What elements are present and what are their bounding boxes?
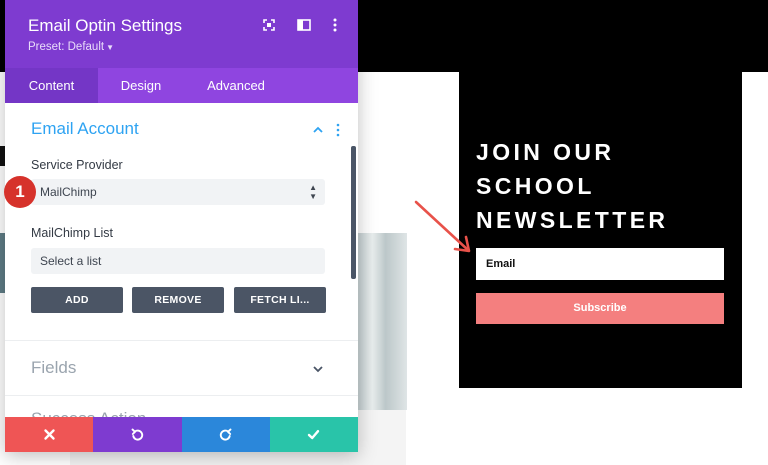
tab-content[interactable]: Content bbox=[5, 68, 98, 103]
step-number-badge: 1 bbox=[4, 176, 36, 208]
preset-dropdown[interactable]: Preset: Default ▼ bbox=[28, 41, 114, 53]
tab-design[interactable]: Design bbox=[98, 68, 184, 103]
split-view-icon[interactable] bbox=[296, 17, 312, 33]
save-button[interactable] bbox=[269, 417, 358, 452]
chevron-down-icon[interactable] bbox=[312, 363, 324, 375]
add-button[interactable]: ADD bbox=[31, 287, 123, 313]
section-title-email-account[interactable]: Email Account bbox=[31, 119, 139, 139]
newsletter-module: JOIN OUR SCHOOL NEWSLETTER Email Subscri… bbox=[459, 72, 742, 388]
service-provider-value: MailChimp bbox=[40, 185, 97, 199]
tab-advanced[interactable]: Advanced bbox=[184, 68, 288, 103]
cancel-button[interactable] bbox=[5, 417, 94, 452]
section-title-fields[interactable]: Fields bbox=[31, 358, 76, 378]
mailchimp-list-label: MailChimp List bbox=[31, 226, 113, 240]
mailchimp-list-select[interactable]: Select a list bbox=[31, 248, 325, 274]
panel-title: Email Optin Settings bbox=[28, 16, 183, 35]
remove-button[interactable]: REMOVE bbox=[132, 287, 224, 313]
service-provider-label: Service Provider bbox=[31, 158, 123, 172]
close-icon bbox=[43, 429, 55, 440]
panel-header: Email Optin Settings Preset: Default ▼ bbox=[5, 0, 358, 68]
chevron-up-icon[interactable] bbox=[312, 124, 324, 136]
newsletter-subscribe-button[interactable]: Subscribe bbox=[476, 293, 724, 324]
more-options-icon[interactable] bbox=[327, 17, 343, 33]
caret-down-icon: ▼ bbox=[106, 43, 114, 52]
newsletter-email-input[interactable]: Email bbox=[476, 248, 724, 280]
preset-label: Preset: Default bbox=[28, 41, 105, 53]
undo-button[interactable] bbox=[93, 417, 182, 452]
panel-scrollbar[interactable] bbox=[351, 146, 356, 279]
undo-icon bbox=[131, 428, 144, 441]
section-divider bbox=[5, 395, 358, 396]
section-divider bbox=[5, 340, 358, 341]
settings-tabs: Content Design Advanced bbox=[5, 68, 358, 103]
panel-content: Email Account Service Provider MailChimp… bbox=[5, 103, 358, 452]
settings-panel: Email Optin Settings Preset: Default ▼ Co… bbox=[5, 0, 358, 452]
service-provider-select[interactable]: MailChimp ▲ ▼ bbox=[31, 179, 325, 205]
section-options-icon[interactable] bbox=[336, 123, 340, 137]
redo-button[interactable] bbox=[181, 417, 270, 452]
annotation-arrow-icon bbox=[414, 200, 471, 253]
fetch-lists-button[interactable]: FETCH LI... bbox=[234, 287, 326, 313]
check-icon bbox=[308, 430, 320, 440]
redo-icon bbox=[219, 428, 232, 441]
select-arrows-icon: ▲ ▼ bbox=[309, 183, 317, 201]
mailchimp-list-value: Select a list bbox=[40, 254, 102, 268]
expand-icon[interactable] bbox=[261, 17, 277, 33]
panel-footer bbox=[5, 417, 358, 452]
newsletter-title: JOIN OUR SCHOOL NEWSLETTER bbox=[476, 139, 669, 233]
